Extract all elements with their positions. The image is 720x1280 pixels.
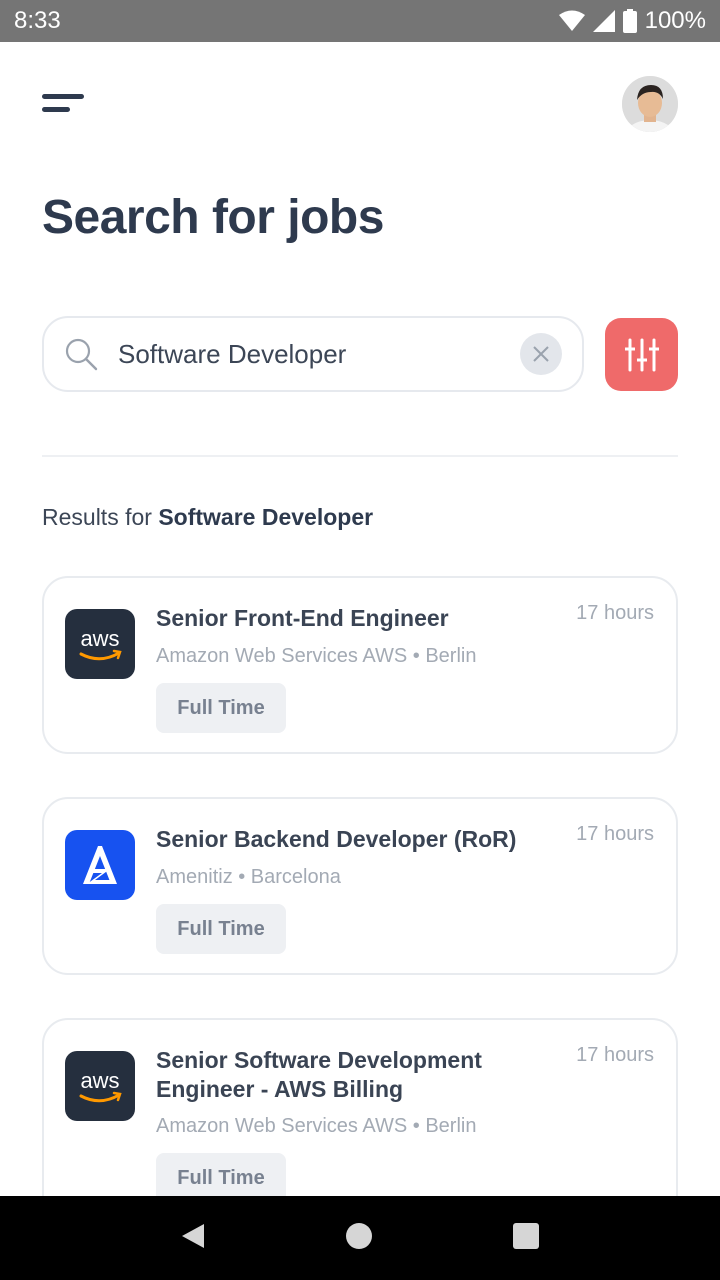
job-time: 17 hours bbox=[576, 1044, 654, 1066]
clear-search-button[interactable] bbox=[520, 333, 562, 375]
results-prefix: Results for bbox=[42, 504, 159, 530]
amenitiz-logo bbox=[65, 830, 135, 900]
battery-icon bbox=[622, 9, 637, 33]
menu-button[interactable] bbox=[42, 92, 86, 116]
user-avatar[interactable] bbox=[622, 76, 678, 132]
recents-icon[interactable] bbox=[512, 1222, 540, 1255]
status-icons: 100% bbox=[558, 7, 706, 35]
job-card[interactable]: Senior Backend Developer (RoR) 17 hours … bbox=[42, 797, 678, 975]
filter-button[interactable] bbox=[605, 318, 678, 391]
job-title: Senior Backend Developer (RoR) bbox=[156, 826, 517, 852]
aws-logo: aws bbox=[65, 1051, 135, 1121]
search-input[interactable] bbox=[118, 338, 520, 370]
back-icon[interactable] bbox=[180, 1222, 206, 1255]
page-title: Search for jobs bbox=[42, 191, 384, 244]
job-type-badge: Full Time bbox=[156, 904, 286, 954]
job-time: 17 hours bbox=[576, 602, 654, 624]
job-company: Amazon Web Services AWS • Berlin bbox=[156, 1115, 477, 1137]
signal-icon bbox=[592, 10, 615, 32]
search-bar bbox=[42, 316, 584, 392]
system-nav-bar bbox=[0, 1196, 720, 1280]
job-card[interactable]: aws Senior Front-End Engineer 17 hours A… bbox=[42, 576, 678, 754]
job-company: Amazon Web Services AWS • Berlin bbox=[156, 645, 477, 667]
search-icon bbox=[65, 338, 98, 371]
job-company: Amenitiz • Barcelona bbox=[156, 866, 341, 888]
svg-text:aws: aws bbox=[80, 1068, 119, 1093]
menu-icon bbox=[42, 94, 84, 112]
status-bar: 8:33 100% bbox=[0, 0, 720, 42]
aws-logo: aws bbox=[65, 609, 135, 679]
results-label: Results for Software Developer bbox=[42, 504, 373, 531]
divider bbox=[42, 455, 678, 457]
job-time: 17 hours bbox=[576, 823, 654, 845]
job-title: Senior Software Development Engineer - A… bbox=[156, 1047, 482, 1102]
home-icon[interactable] bbox=[345, 1222, 373, 1255]
battery-percent: 100% bbox=[644, 7, 706, 34]
status-time: 8:33 bbox=[14, 7, 61, 34]
job-type-badge: Full Time bbox=[156, 683, 286, 733]
results-query: Software Developer bbox=[158, 504, 374, 530]
job-title: Senior Front-End Engineer bbox=[156, 605, 449, 631]
wifi-icon bbox=[558, 10, 585, 32]
svg-text:aws: aws bbox=[80, 626, 119, 651]
sliders-icon bbox=[624, 338, 659, 371]
close-icon bbox=[533, 346, 549, 362]
